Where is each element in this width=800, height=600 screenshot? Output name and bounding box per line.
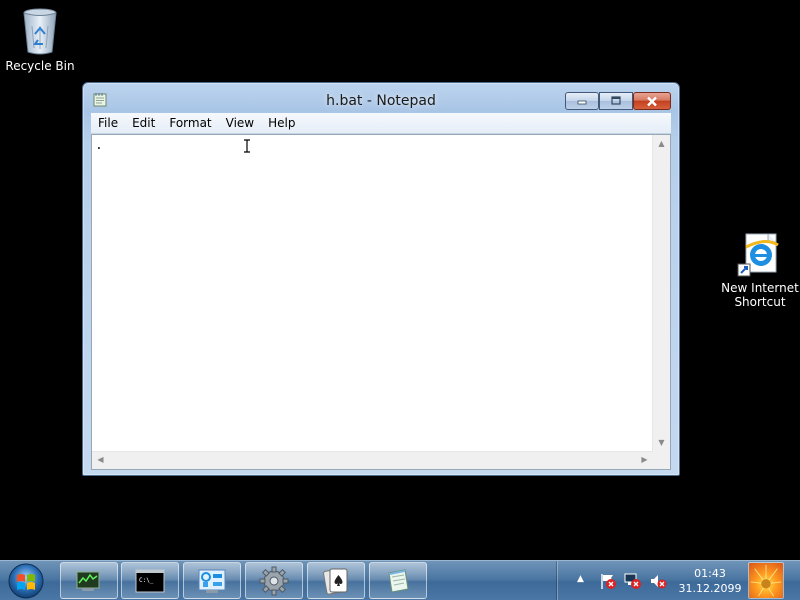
notepad-icon: [388, 568, 409, 593]
network-icon[interactable]: [624, 572, 642, 590]
command-prompt-icon: C:\_: [135, 569, 165, 592]
menu-edit[interactable]: Edit: [125, 113, 162, 133]
volume-muted-icon[interactable]: [649, 572, 667, 590]
minimize-icon: [577, 100, 587, 105]
text-cursor-icon: [244, 139, 250, 153]
editor-content[interactable]: .: [95, 138, 651, 450]
desktop: Recycle Bin New Internet Shortcut h.bat …: [0, 0, 800, 600]
scroll-up-icon[interactable]: ▲: [653, 140, 670, 148]
control-panel-icon: [198, 569, 226, 593]
taskbar-clock[interactable]: 01:43 31.12.2099: [675, 566, 745, 596]
command-prompt-text: C:\_: [139, 577, 154, 584]
scroll-down-icon[interactable]: ▼: [653, 439, 670, 447]
taskbar-solitaire[interactable]: [307, 562, 365, 599]
menu-bar: File Edit Format View Help: [91, 113, 671, 134]
vertical-scrollbar[interactable]: ▲ ▼: [652, 135, 670, 452]
internet-explorer-icon: [737, 233, 779, 277]
windows-start-icon[interactable]: [6, 562, 46, 600]
scroll-right-icon[interactable]: ▶: [636, 456, 653, 464]
taskbar-command-prompt[interactable]: C:\_: [121, 562, 179, 599]
close-icon: [647, 96, 657, 106]
solitaire-icon: [323, 568, 348, 595]
show-hidden-icons-icon[interactable]: ▲: [577, 574, 584, 584]
gear-icon: [259, 566, 289, 595]
clock-date: 31.12.2099: [678, 582, 742, 595]
title-bar[interactable]: h.bat - Notepad: [83, 83, 679, 113]
taskbar-system-monitor[interactable]: [60, 562, 118, 599]
taskbar-settings[interactable]: [245, 562, 303, 599]
internet-shortcut-label: New Internet Shortcut: [721, 281, 799, 309]
system-tray: ▲ 01:43 31.12.2099: [556, 561, 757, 600]
close-button[interactable]: [633, 92, 671, 110]
minimize-button[interactable]: [565, 92, 599, 110]
maximize-icon: [611, 96, 621, 105]
notepad-window[interactable]: h.bat - Notepad File Edit Format View He…: [82, 82, 680, 476]
recycle-bin-icon: [23, 8, 57, 55]
scroll-left-icon[interactable]: ◀: [92, 456, 109, 464]
menu-format[interactable]: Format: [162, 113, 218, 133]
text-editor[interactable]: . ▲ ▼ ◀ ▶: [91, 134, 671, 470]
menu-help[interactable]: Help: [261, 113, 302, 133]
menu-view[interactable]: View: [219, 113, 261, 133]
taskbar: C:\_ ▲ 01:43 31.12.2099: [0, 560, 800, 600]
maximize-button[interactable]: [599, 92, 633, 110]
horizontal-scrollbar[interactable]: ◀ ▶: [92, 451, 653, 469]
recycle-bin-shortcut[interactable]: Recycle Bin: [0, 8, 80, 73]
internet-shortcut[interactable]: New Internet Shortcut: [720, 232, 800, 309]
clock-time: 01:43: [694, 567, 726, 580]
action-center-flag-icon[interactable]: [599, 572, 617, 590]
recycle-bin-label: Recycle Bin: [5, 59, 75, 73]
scrollbar-corner: [653, 452, 670, 469]
taskbar-notepad[interactable]: [369, 562, 427, 599]
show-desktop-button[interactable]: [748, 562, 784, 599]
system-monitor-icon: [76, 571, 100, 591]
taskbar-control-panel[interactable]: [183, 562, 241, 599]
menu-file[interactable]: File: [91, 113, 125, 133]
